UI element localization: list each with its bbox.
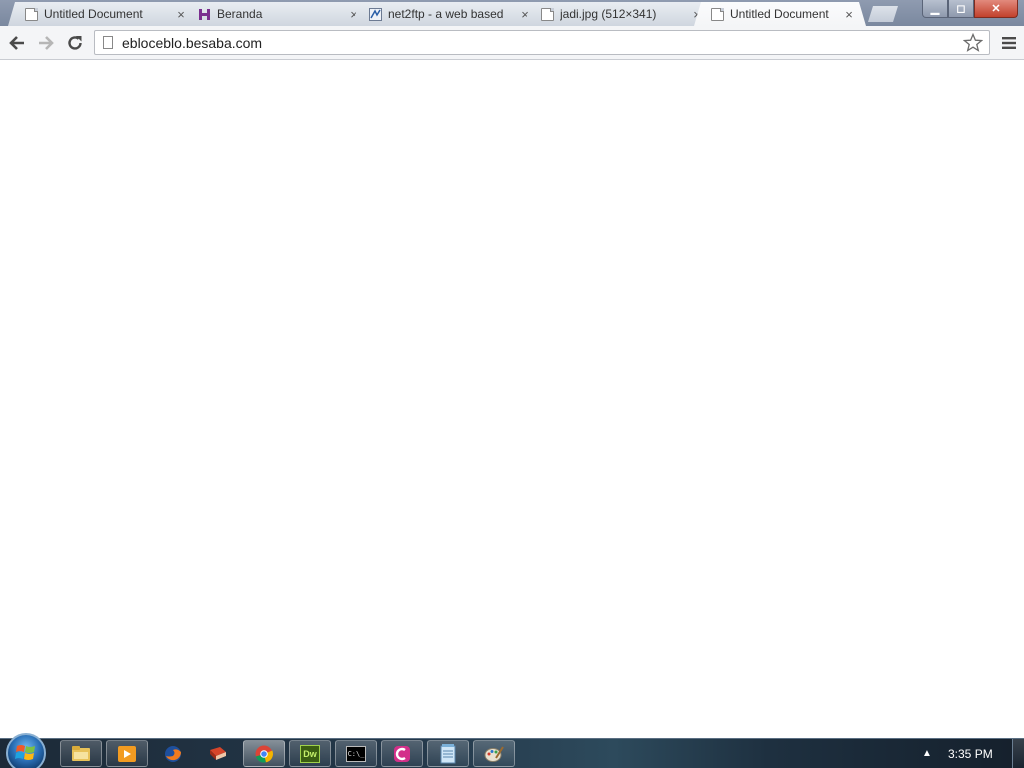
show-hidden-icons-button[interactable]: ▲ (912, 748, 942, 759)
taskbar-chrome[interactable] (243, 740, 285, 767)
forward-arrow-icon (39, 36, 54, 50)
tab-close-icon[interactable]: × (842, 7, 856, 22)
notepad-icon (440, 743, 456, 763)
minimize-button[interactable]: ▁ (922, 0, 948, 18)
dreamweaver-icon: Dw (300, 744, 320, 763)
command-prompt-icon: C:\_ (346, 745, 366, 762)
media-player-icon (118, 745, 136, 762)
tab-untitled-document-1[interactable]: Untitled Document × (8, 2, 198, 26)
tab-title: jadi.jpg (512×341) (560, 7, 657, 21)
taskbar-command-prompt[interactable]: C:\_ (335, 740, 377, 767)
tab-title: Untitled Document (730, 7, 829, 21)
new-tab-button[interactable] (868, 6, 898, 22)
taskbar-notepad[interactable] (427, 740, 469, 767)
maximize-button[interactable]: ◻ (948, 0, 974, 18)
close-window-button[interactable]: ✕ (974, 0, 1018, 18)
hamburger-menu-icon (1002, 37, 1016, 49)
reload-icon (68, 36, 82, 50)
browser-toolbar: ebloceblo.besaba.com (0, 26, 1024, 60)
red-book-app-icon (210, 746, 226, 760)
windows-taskbar: Dw C:\_ ▲ 3:35 PM (0, 733, 1024, 768)
back-button[interactable] (6, 32, 28, 54)
address-bar[interactable]: ebloceblo.besaba.com (94, 30, 990, 55)
taskbar-clock[interactable]: 3:35 PM (942, 747, 1012, 761)
taskbar-red-book-app[interactable] (197, 740, 239, 767)
taskbar-firefox[interactable] (152, 740, 194, 767)
tab-title: net2ftp - a web based (388, 7, 504, 21)
address-url[interactable]: ebloceblo.besaba.com (122, 35, 961, 51)
firefox-icon (165, 745, 182, 762)
back-arrow-icon (9, 36, 24, 50)
taskbar-media-player[interactable] (106, 740, 148, 767)
taskbar-paint[interactable] (473, 740, 515, 767)
tab-title: Beranda (217, 7, 263, 21)
document-icon (541, 8, 554, 21)
tab-beranda[interactable]: Beranda × (181, 2, 371, 26)
tab-jadi-jpg[interactable]: jadi.jpg (512×341) × (524, 2, 714, 26)
window-controls: ▁ ◻ ✕ (922, 0, 1018, 18)
tab-untitled-document-active[interactable]: Untitled Document × (694, 2, 866, 26)
chrome-icon (255, 745, 274, 763)
net2ftp-icon (369, 8, 382, 21)
windows-start-orb-icon[interactable] (6, 733, 46, 768)
paint-icon (484, 745, 504, 762)
forward-button[interactable] (35, 32, 57, 54)
tab-title: Untitled Document (44, 7, 143, 21)
page-icon (103, 36, 113, 49)
taskbar-dreamweaver[interactable]: Dw (289, 740, 331, 767)
chrome-menu-button[interactable] (998, 32, 1020, 54)
system-tray: ▲ 3:35 PM (912, 739, 1024, 768)
document-icon (25, 8, 38, 21)
wordpress-h-icon (198, 8, 211, 21)
bookmark-star-icon[interactable] (961, 32, 985, 53)
cmd-label: C:\_ (347, 749, 365, 758)
pink-app-icon (394, 745, 410, 762)
tab-strip: Untitled Document × Beranda × net2ftp - … (0, 0, 1024, 26)
dreamweaver-label: Dw (303, 748, 317, 759)
document-icon (711, 8, 724, 21)
page-content-area[interactable] (0, 61, 1024, 738)
tab-net2ftp[interactable]: net2ftp - a web based × (352, 2, 542, 26)
show-desktop-button[interactable] (1012, 739, 1024, 768)
file-explorer-icon (72, 745, 90, 761)
taskbar-file-explorer[interactable] (60, 740, 102, 767)
reload-button[interactable] (64, 32, 86, 54)
taskbar-pink-app[interactable] (381, 740, 423, 767)
